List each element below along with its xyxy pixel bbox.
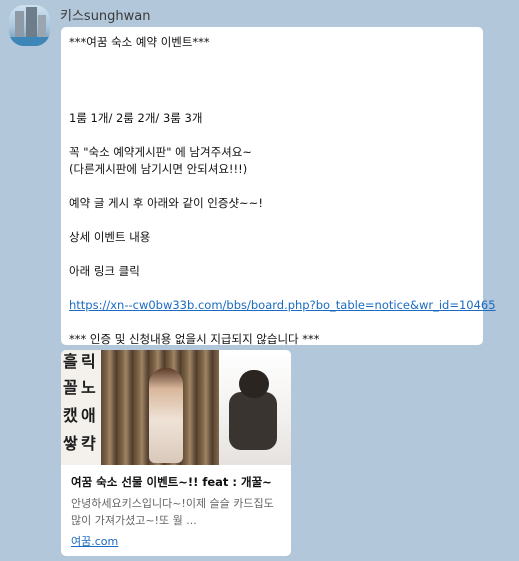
preview-title: 여꿈 숙소 선물 이벤트~!! feat : 개꿀~ <box>71 475 272 489</box>
message-line: ***여꿈 숙소 예약 이벤트*** <box>69 35 210 49</box>
preview-image: 흘 꼴 캤 쌓 릭 노 애 캭 <box>61 350 291 465</box>
preview-image-man-body <box>229 392 277 450</box>
preview-description: 안녕하세요키스입니다~!이제 슬슬 카드집도 많이 가져가셨고~!또 월 ... <box>71 497 274 527</box>
sender-name: 키스sunghwan <box>60 9 151 24</box>
avatar-building <box>26 7 37 41</box>
preview-image-text-panel: 흘 꼴 캤 쌓 릭 노 애 캭 <box>61 350 101 465</box>
message-line: 아래 링크 클릭 <box>69 264 140 278</box>
message-bubble: ***여꿈 숙소 예약 이벤트*** 1룸 1개/ 2룸 2개/ 3룸 3개 꼭… <box>61 27 496 346</box>
avatar[interactable] <box>9 5 50 46</box>
message-link[interactable]: https://xn--cw0bw33b.com/bbs/board.php?b… <box>69 297 496 314</box>
avatar-pool <box>9 37 50 46</box>
preview-image-man <box>219 350 291 465</box>
message-line: 상세 이벤트 내용 <box>69 230 151 244</box>
message-line: 예약 글 게시 후 아래와 같이 인증샷~~! <box>69 196 263 210</box>
preview-image-man-head <box>239 370 269 398</box>
message-line: 꼭 "숙소 예약게시판" 에 남겨주셔요~ <box>69 145 252 159</box>
preview-image-figure <box>149 368 183 463</box>
message-line: (다른게시판에 남기시면 안되셔요!!!) <box>69 162 248 176</box>
link-preview-card[interactable]: 흘 꼴 캤 쌓 릭 노 애 캭 여꿈 숙소 선물 이벤트~!! feat : 개… <box>61 350 291 556</box>
preview-source-link[interactable]: 여꿈.com <box>71 533 118 549</box>
message-line: 1룸 1개/ 2룸 2개/ 3룸 3개 <box>69 111 203 125</box>
message-line: *** 인증 및 신청내용 없을시 지급되지 않습니다 *** <box>69 332 320 346</box>
